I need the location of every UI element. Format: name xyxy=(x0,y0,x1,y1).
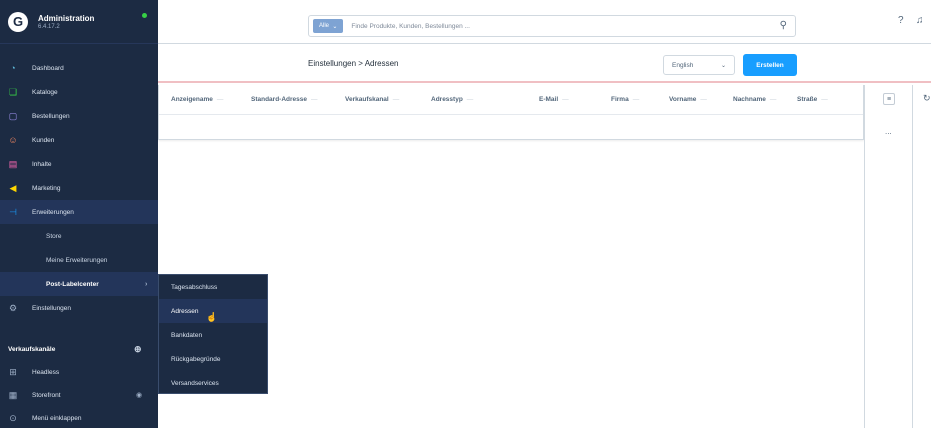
sidebar-subitem-label: Meine Erweiterungen xyxy=(46,256,108,264)
row-actions-more-icon[interactable]: ... xyxy=(885,127,892,136)
sidebar-subitem-store[interactable]: Store xyxy=(0,224,158,248)
sidebar-item-einstellungen[interactable]: ⚙ Einstellungen xyxy=(0,296,158,320)
brand-name: Administration xyxy=(38,13,95,23)
sidebar-item-label: Marketing xyxy=(32,184,61,192)
orders-icon: ▢ xyxy=(8,110,18,121)
search-input[interactable]: Finde Produkte, Kunden, Bestellungen ... xyxy=(351,23,470,30)
sidebar-subitem-label: Store xyxy=(46,232,62,240)
create-button[interactable]: Erstellen xyxy=(743,54,797,76)
column-header-adresstyp[interactable]: Adresstyp — xyxy=(431,96,473,103)
flyout-item-bankdaten[interactable]: Bankdaten xyxy=(159,323,267,347)
chevron-right-icon: › xyxy=(145,280,148,288)
divider xyxy=(912,85,913,428)
main-menu: ◔ Dashboard ❏ Kataloge ▢ Bestellungen ☺ … xyxy=(0,56,158,320)
flyout-item-tagesabschluss[interactable]: Tagesabschluss xyxy=(159,275,267,299)
sidebar-item-erweiterungen[interactable]: ⊣ Erweiterungen xyxy=(0,200,158,224)
column-header-anzeigename[interactable]: Anzeigename — xyxy=(171,96,223,103)
smart-bar: Einstellungen > Adressen English ⌄ Erste… xyxy=(158,45,931,83)
dashboard-icon: ◔ xyxy=(10,63,16,73)
sidebar-item-label: Dashboard xyxy=(32,64,64,72)
grid-header: Anzeigename — Standard-Adresse — Verkaufsk… xyxy=(159,85,863,115)
sidebar-item-marketing[interactable]: ◀ Marketing xyxy=(0,176,158,200)
sidebar-item-label: Erweiterungen xyxy=(32,208,74,216)
extensions-icon: ⊣ xyxy=(9,206,17,217)
collapse-menu-button[interactable]: ⊙ Menü einklappen xyxy=(0,406,158,428)
catalog-icon: ❏ xyxy=(8,86,18,97)
collapse-menu-label: Menü einklappen xyxy=(32,414,82,422)
shopware-logo-icon: G xyxy=(8,11,28,32)
global-search[interactable]: Alle ⌄ Finde Produkte, Kunden, Bestellun… xyxy=(308,15,796,37)
sidebar-item-label: Inhalte xyxy=(32,160,52,168)
flyout-item-rueckgabegruende[interactable]: Rückgabegründe xyxy=(159,347,267,371)
notification-bell-icon[interactable]: ♫ xyxy=(916,15,924,26)
sales-channels-title: Verkaufskanäle xyxy=(8,345,56,353)
language-value: English xyxy=(672,61,694,69)
online-status-icon xyxy=(142,13,147,18)
brand-version: 6.4.17.2 xyxy=(38,23,60,30)
column-header-email[interactable]: E-Mail — xyxy=(539,96,569,103)
grid-settings-panel: ≡ ... ↻ xyxy=(864,85,931,428)
eye-icon[interactable]: ◉ xyxy=(136,391,142,399)
flyout-item-versandservices[interactable]: Versandservices xyxy=(159,371,267,395)
sidebar: G Administration 6.4.17.2 ◔ Dashboard ❏ … xyxy=(0,0,158,428)
address-grid: Anzeigename — Standard-Adresse — Verkaufsk… xyxy=(158,85,864,140)
sidebar-item-bestellungen[interactable]: ▢ Bestellungen xyxy=(0,104,158,128)
add-sales-channel-icon[interactable]: ⊕ xyxy=(134,344,142,355)
sidebar-item-kunden[interactable]: ☺ Kunden xyxy=(0,128,158,152)
headless-icon: ⊞ xyxy=(9,366,17,377)
top-bar: Alle ⌄ Finde Produkte, Kunden, Bestellun… xyxy=(158,0,931,44)
sidebar-item-label: Kunden xyxy=(32,136,55,144)
customers-icon: ☺ xyxy=(8,135,18,145)
settings-icon: ⚙ xyxy=(8,302,18,313)
column-header-vorname[interactable]: Vorname — xyxy=(669,96,707,103)
sidebar-item-label: Bestellungen xyxy=(32,112,70,120)
sidebar-channel-headless[interactable]: ⊞ Headless xyxy=(0,360,158,384)
sidebar-channel-label: Storefront xyxy=(32,391,61,399)
chevron-down-icon: ⌄ xyxy=(720,62,726,69)
search-icon[interactable]: ⚲ xyxy=(780,20,787,31)
content-icon: ▤ xyxy=(8,158,18,169)
hand-cursor-icon: ☝ xyxy=(206,312,218,322)
sidebar-item-label: Kataloge xyxy=(32,88,58,96)
sidebar-channel-label: Headless xyxy=(32,368,60,376)
grid-settings-icon[interactable]: ≡ xyxy=(883,93,895,105)
refresh-icon[interactable]: ↻ xyxy=(923,93,931,104)
admin-app: G Administration 6.4.17.2 ◔ Dashboard ❏ … xyxy=(0,0,931,428)
search-filter-label: Alle xyxy=(319,23,330,29)
column-header-strasse[interactable]: Straße — xyxy=(797,96,828,103)
help-icon[interactable]: ? xyxy=(898,15,904,26)
brand[interactable]: G Administration 6.4.17.2 xyxy=(0,0,158,44)
post-labelcenter-flyout: Tagesabschluss Adressen Bankdaten Rückga… xyxy=(158,274,268,394)
column-header-verkaufskanal[interactable]: Verkaufskanal — xyxy=(345,96,399,103)
sidebar-item-label: Einstellungen xyxy=(32,304,72,312)
sidebar-item-dashboard[interactable]: ◔ Dashboard xyxy=(0,56,158,80)
breadcrumb: Einstellungen > Adressen xyxy=(308,59,399,68)
language-switch[interactable]: English ⌄ xyxy=(663,55,735,75)
column-header-standard-adresse[interactable]: Standard-Adresse — xyxy=(251,96,318,103)
marketing-icon: ◀ xyxy=(9,182,17,193)
sales-channels-header: Verkaufskanäle ⊕ xyxy=(0,338,158,360)
column-header-firma[interactable]: Firma — xyxy=(611,96,639,103)
sidebar-item-kataloge[interactable]: ❏ Kataloge xyxy=(0,80,158,104)
search-filter-dropdown[interactable]: Alle ⌄ xyxy=(313,19,344,33)
sidebar-subitem-meine-erweiterungen[interactable]: Meine Erweiterungen xyxy=(0,248,158,272)
sidebar-item-inhalte[interactable]: ▤ Inhalte xyxy=(0,152,158,176)
sidebar-subitem-post-labelcenter[interactable]: Post-Labelcenter › xyxy=(0,272,158,296)
storefront-icon: ▦ xyxy=(8,389,18,400)
column-header-nachname[interactable]: Nachname — xyxy=(733,96,776,103)
collapse-icon: ⊙ xyxy=(9,412,17,423)
sidebar-subitem-label: Post-Labelcenter xyxy=(46,280,99,288)
sidebar-channel-storefront[interactable]: ▦ Storefront ◉ xyxy=(0,383,158,407)
